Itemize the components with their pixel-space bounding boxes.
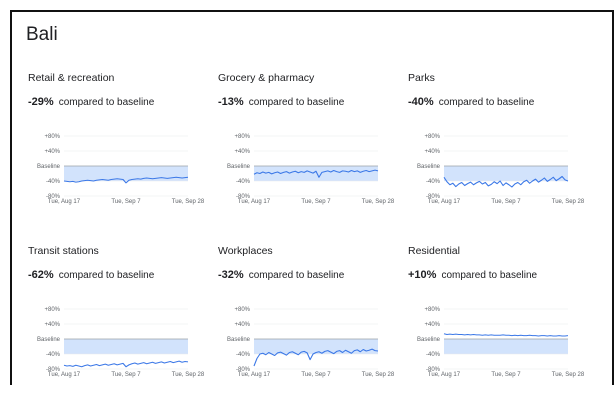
y-tick-label: Baseline: [227, 337, 251, 343]
y-tick-label: Baseline: [37, 337, 61, 343]
line-chart: +80%+40%Baseline-40%-80%Tue, Aug 17 Tue, …: [37, 134, 205, 205]
line-chart: +80%+40%Baseline-40%-80%Tue, Aug 17 Tue, …: [417, 307, 585, 378]
chart-panel-1: Retail & recreation -29% compared to basel…: [28, 72, 214, 244]
y-tick-label: +40%: [234, 149, 250, 155]
series-line: [63, 360, 189, 368]
change-percent: -62%: [28, 269, 54, 281]
y-tick-label: -40%: [426, 179, 441, 185]
change-summary: -13% compared to baseline: [218, 96, 344, 108]
compare-text: compared to baseline: [248, 97, 345, 108]
compare-text: compared to baseline: [58, 97, 155, 108]
y-tick-label: +80%: [234, 307, 250, 313]
y-tick-label: +80%: [234, 134, 250, 140]
series-line: [443, 333, 569, 337]
y-tick-label: +40%: [44, 149, 60, 155]
y-tick-label: +40%: [424, 149, 440, 155]
chart-title: Parks: [408, 72, 435, 84]
y-tick-label: +80%: [424, 307, 440, 313]
compare-text: compared to baseline: [441, 270, 538, 281]
chart-title: Retail & recreation: [28, 72, 115, 84]
chart-panel-4: Transit stations -62% compared to baseline…: [28, 245, 214, 417]
y-tick-label: Baseline: [417, 337, 441, 343]
y-tick-label: -40%: [46, 179, 61, 185]
change-percent: -29%: [28, 96, 54, 108]
x-tick-label: Tue, Sep 7: [491, 199, 521, 205]
baseline-band: [64, 166, 188, 181]
chart-panel-2: Grocery & pharmacy -13% compared to baseli…: [218, 72, 404, 244]
y-tick-label: +80%: [44, 134, 60, 140]
change-summary: -32% compared to baseline: [218, 269, 344, 281]
y-tick-label: Baseline: [37, 164, 61, 170]
chart-title: Residential: [408, 245, 460, 257]
chart-title: Workplaces: [218, 245, 273, 257]
x-tick-label: Tue, Sep 7: [301, 199, 331, 205]
x-tick-label: Tue, Aug 17: [238, 372, 271, 378]
region-title: Bali: [26, 24, 58, 45]
line-chart: +80%+40%Baseline-40%-80%Tue, Aug 17 Tue, …: [227, 307, 395, 378]
baseline-band: [64, 339, 188, 354]
compare-text: compared to baseline: [248, 270, 345, 281]
y-tick-label: +40%: [44, 322, 60, 328]
x-tick-label: Tue, Sep 7: [491, 372, 521, 378]
x-tick-label: Tue, Sep 28: [172, 372, 205, 378]
y-tick-label: -40%: [46, 352, 61, 358]
chart-title: Grocery & pharmacy: [218, 72, 315, 84]
y-tick-label: -40%: [426, 352, 441, 358]
y-tick-label: +80%: [424, 134, 440, 140]
line-chart: +80%+40%Baseline-40%-80%Tue, Aug 17 Tue, …: [417, 134, 585, 205]
baseline-band: [444, 166, 568, 181]
chart-panel-6: Residential +10% compared to baseline +80% +…: [408, 245, 594, 417]
chart-panel-5: Workplaces -32% compared to baseline +80% +4…: [218, 245, 404, 417]
x-tick-label: Tue, Sep 7: [301, 372, 331, 378]
x-tick-label: Tue, Sep 7: [111, 199, 141, 205]
change-percent: -13%: [218, 96, 244, 108]
baseline-band: [444, 339, 568, 354]
x-tick-label: Tue, Aug 17: [48, 372, 81, 378]
x-tick-label: Tue, Sep 28: [552, 372, 585, 378]
x-tick-label: Tue, Sep 28: [362, 372, 395, 378]
line-chart: +80%+40%Baseline-40%-80%Tue, Aug 17 Tue, …: [227, 134, 395, 205]
x-tick-label: Tue, Aug 17: [48, 199, 81, 205]
line-chart: +80%+40%Baseline-40%-80%Tue, Aug 17 Tue, …: [37, 307, 205, 378]
change-summary: -62% compared to baseline: [28, 269, 154, 281]
change-summary: -40% compared to baseline: [408, 96, 534, 108]
change-summary: -29% compared to baseline: [28, 96, 154, 108]
change-percent: -32%: [218, 269, 244, 281]
x-tick-label: Tue, Aug 17: [428, 372, 461, 378]
y-tick-label: +80%: [44, 307, 60, 313]
x-tick-label: Tue, Sep 7: [111, 372, 141, 378]
change-summary: +10% compared to baseline: [408, 269, 537, 281]
y-tick-label: Baseline: [227, 164, 251, 170]
y-tick-label: +40%: [424, 322, 440, 328]
change-percent: -40%: [408, 96, 434, 108]
y-tick-label: -40%: [236, 352, 251, 358]
compare-text: compared to baseline: [438, 97, 535, 108]
y-tick-label: +40%: [234, 322, 250, 328]
x-tick-label: Tue, Sep 28: [172, 199, 205, 205]
change-percent: +10%: [408, 269, 437, 281]
y-tick-label: Baseline: [417, 164, 441, 170]
x-tick-label: Tue, Aug 17: [428, 199, 461, 205]
chart-title: Transit stations: [28, 245, 99, 257]
chart-panel-3: Parks -40% compared to baseline +80% +40% Bas…: [408, 72, 594, 244]
y-tick-label: -40%: [236, 179, 251, 185]
x-tick-label: Tue, Sep 28: [362, 199, 395, 205]
compare-text: compared to baseline: [58, 270, 155, 281]
x-tick-label: Tue, Aug 17: [238, 199, 271, 205]
x-tick-label: Tue, Sep 28: [552, 199, 585, 205]
